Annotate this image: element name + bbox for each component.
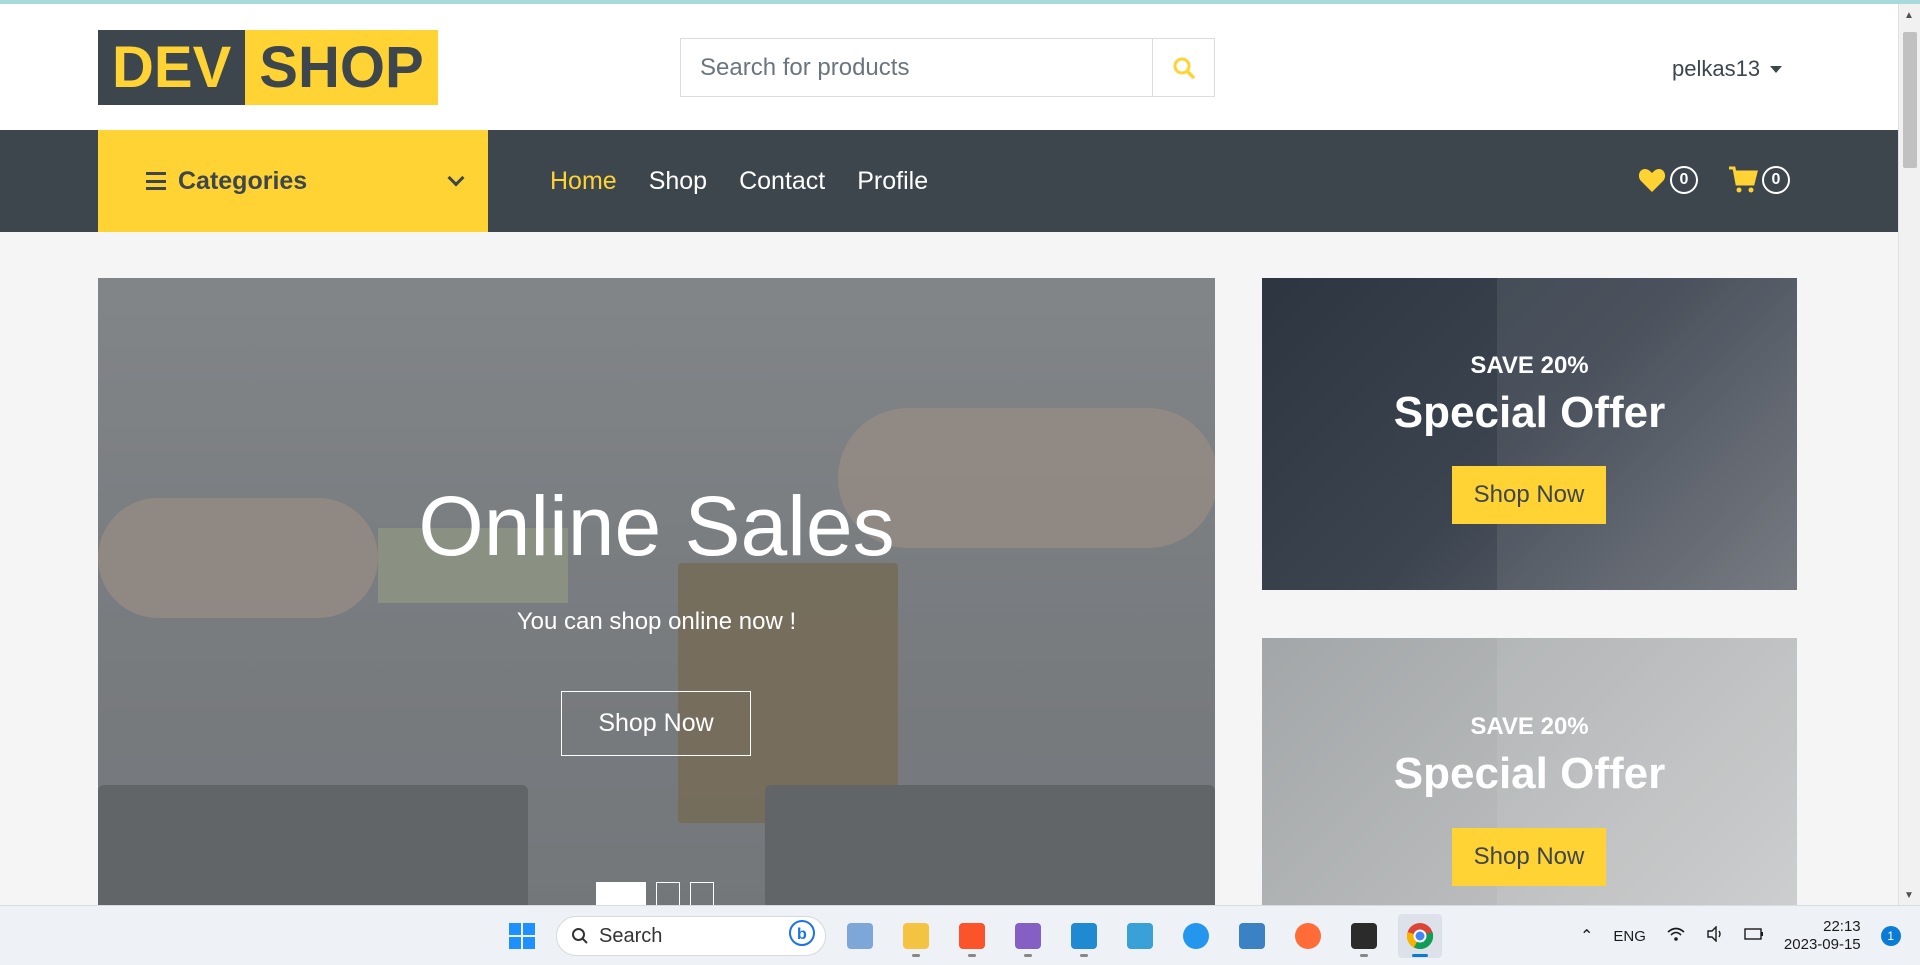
- carousel-indicators: [596, 882, 714, 905]
- chrome-icon: [1406, 923, 1434, 950]
- photos-icon: [847, 923, 873, 949]
- user-menu[interactable]: pelkas13: [1672, 56, 1783, 82]
- start-icon: [509, 923, 535, 949]
- page: DEV SHOP pelkas13 Categories: [0, 4, 1898, 905]
- hero-carousel: Online Sales You can shop online now ! S…: [98, 278, 1215, 905]
- taskbar-search[interactable]: Search b: [556, 916, 826, 956]
- search-icon: [1173, 57, 1195, 79]
- notepad-app[interactable]: [1230, 914, 1274, 958]
- hero-title: Online Sales: [418, 479, 895, 573]
- battery-icon[interactable]: [1744, 927, 1764, 945]
- windows-taskbar: Search b ⌃ ENG 22:13 2023-09-15 1: [0, 905, 1920, 965]
- logo-part-shop: SHOP: [245, 30, 438, 105]
- search-bar: [680, 38, 1215, 97]
- scroll-down-icon[interactable]: ▼: [1904, 890, 1914, 901]
- search-button[interactable]: [1152, 39, 1214, 96]
- logo-part-dev: DEV: [98, 30, 246, 105]
- clock-time: 22:13: [1823, 918, 1861, 935]
- logo[interactable]: DEV SHOP: [98, 30, 438, 105]
- main-navbar: Categories Home Shop Contact Profile 0 0: [0, 130, 1898, 232]
- offer-pretitle: SAVE 20%: [1470, 713, 1589, 740]
- search-input[interactable]: [681, 39, 1152, 96]
- taskbar-apps: Search b: [500, 906, 1442, 965]
- offer-shop-now-button[interactable]: Shop Now: [1452, 828, 1606, 886]
- carousel-indicator-1[interactable]: [596, 882, 646, 905]
- offer-card-2: SAVE 20% Special Offer Shop Now: [1262, 638, 1797, 905]
- wifi-icon[interactable]: [1666, 926, 1686, 946]
- docker-app[interactable]: [1174, 914, 1218, 958]
- carousel-indicator-2[interactable]: [656, 882, 680, 905]
- caret-down-icon: [1770, 65, 1783, 73]
- postman-app[interactable]: [1286, 914, 1330, 958]
- user-name: pelkas13: [1672, 56, 1761, 81]
- offer-card-1: SAVE 20% Special Offer Shop Now: [1262, 278, 1797, 590]
- brave-icon: [959, 923, 985, 949]
- nav-links: Home Shop Contact Profile: [550, 130, 928, 232]
- nav-link-home[interactable]: Home: [550, 167, 617, 196]
- brave-app[interactable]: [950, 914, 994, 958]
- categories-dropdown[interactable]: Categories: [98, 130, 488, 232]
- menu-icon: [146, 172, 166, 190]
- wishlist-button[interactable]: 0: [1638, 166, 1698, 194]
- page-scrollbar[interactable]: ▲ ▼: [1898, 4, 1920, 905]
- wishlist-count: 0: [1670, 166, 1698, 194]
- scrollbar-thumb[interactable]: [1903, 32, 1917, 168]
- nav-link-profile[interactable]: Profile: [857, 167, 928, 196]
- azure-app[interactable]: [1118, 914, 1162, 958]
- carousel-indicator-3[interactable]: [690, 882, 714, 905]
- clock-date: 2023-09-15: [1783, 936, 1861, 953]
- notification-badge[interactable]: 1: [1880, 926, 1901, 946]
- clock[interactable]: 22:13 2023-09-15: [1784, 918, 1861, 954]
- visual-studio-app[interactable]: [1006, 914, 1050, 958]
- shopping-cart-icon: [1729, 166, 1758, 193]
- site-header: DEV SHOP pelkas13: [0, 4, 1898, 130]
- hero-subtitle: You can shop online now !: [516, 608, 797, 635]
- start-button[interactable]: [500, 914, 544, 958]
- system-tray: ⌃ ENG 22:13 2023-09-15 1: [1580, 906, 1901, 965]
- azure-icon: [1127, 923, 1153, 949]
- cart-count: 0: [1762, 166, 1790, 194]
- chevron-down-icon: [447, 169, 465, 187]
- vscode-icon: [1071, 923, 1097, 949]
- bing-icon: b: [789, 920, 815, 952]
- nav-link-contact[interactable]: Contact: [739, 167, 825, 196]
- categories-label: Categories: [178, 166, 308, 195]
- offer-title: Special Offer: [1393, 388, 1666, 437]
- svg-text:b: b: [797, 926, 807, 943]
- language-indicator[interactable]: ENG: [1613, 928, 1646, 945]
- heart-icon: [1638, 169, 1666, 192]
- photos-app[interactable]: [838, 914, 882, 958]
- taskbar-search-label: Search: [599, 924, 663, 947]
- docker-icon: [1183, 923, 1209, 949]
- terminal-app[interactable]: [1342, 914, 1386, 958]
- file-explorer-icon: [903, 923, 929, 949]
- postman-icon: [1295, 923, 1321, 949]
- file-explorer-app[interactable]: [894, 914, 938, 958]
- nav-link-shop[interactable]: Shop: [649, 167, 707, 196]
- chevron-up-icon[interactable]: ⌃: [1580, 926, 1593, 946]
- offer-shop-now-button[interactable]: Shop Now: [1452, 466, 1606, 524]
- vscode-app[interactable]: [1062, 914, 1106, 958]
- cart-button[interactable]: 0: [1728, 166, 1790, 194]
- notepad-icon: [1239, 923, 1265, 949]
- chrome-app[interactable]: [1398, 914, 1442, 958]
- terminal-icon: [1351, 923, 1377, 949]
- header-badges: 0 0: [1638, 166, 1790, 194]
- offer-pretitle: SAVE 20%: [1470, 352, 1589, 379]
- visual-studio-icon: [1015, 923, 1041, 949]
- hero-overlay: [98, 278, 1215, 905]
- offer-title: Special Offer: [1393, 749, 1666, 798]
- search-icon: [572, 928, 588, 944]
- scroll-up-icon[interactable]: ▲: [1904, 10, 1914, 21]
- volume-icon[interactable]: [1706, 925, 1724, 946]
- hero-shop-now-button[interactable]: Shop Now: [561, 691, 751, 756]
